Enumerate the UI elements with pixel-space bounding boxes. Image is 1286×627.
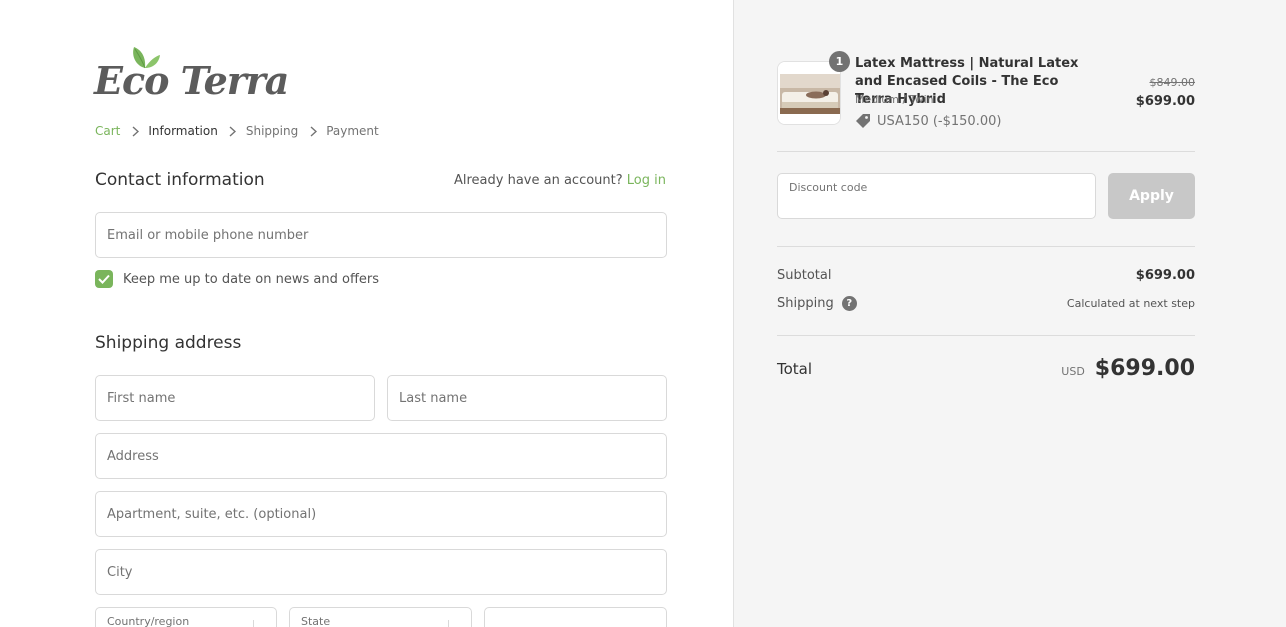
total-amount: USD $699.00 [1061, 356, 1195, 381]
state-select[interactable]: State [289, 607, 472, 627]
chevron-right-icon [309, 125, 317, 137]
total-row: Total USD $699.00 [777, 356, 1195, 381]
total-label: Total [777, 359, 813, 378]
apply-button[interactable]: Apply [1108, 173, 1195, 219]
shipping-value: Calculated at next step [1066, 297, 1195, 310]
breadcrumb-shipping: Shipping [245, 124, 299, 138]
checkout-main: Eco Terra Cart Information Shipping Paym… [0, 0, 733, 627]
mattress-image [778, 62, 840, 124]
state-label: State [301, 615, 331, 627]
total-value: $699.00 [1094, 356, 1195, 381]
product-thumbnail [777, 61, 841, 125]
order-summary: 1 Latex Mattress | Natural Latex and Enc… [733, 0, 1286, 627]
country-select[interactable]: Country/region [95, 607, 277, 627]
shipping-row: Shipping ? Calculated at next step [777, 296, 1195, 311]
discount-code-label: Discount code [789, 181, 868, 194]
select-divider [448, 620, 449, 627]
account-prompt: Already have an account? Log in [454, 173, 666, 188]
first-name-input[interactable] [96, 376, 374, 420]
address-field[interactable] [95, 433, 667, 479]
zip-input[interactable] [485, 608, 666, 627]
breadcrumb-information: Information [148, 124, 218, 138]
newsletter-option[interactable]: Keep me up to date on news and offers [95, 270, 379, 288]
subtotal-value: $699.00 [1135, 268, 1195, 283]
shipping-address-title: Shipping address [95, 333, 242, 353]
contact-information-title: Contact information [95, 170, 265, 190]
account-prompt-text: Already have an account? [453, 173, 623, 188]
login-link[interactable]: Log in [627, 173, 666, 188]
address-input[interactable] [96, 434, 666, 478]
chevron-right-icon [229, 125, 237, 137]
shipping-label: Shipping [777, 296, 834, 311]
subtotal-row: Subtotal $699.00 [777, 268, 1195, 283]
newsletter-checkbox[interactable] [95, 270, 113, 288]
subtotal-label: Subtotal [777, 268, 832, 283]
last-name-field[interactable] [387, 375, 667, 421]
brand-name: Eco Terra [94, 58, 289, 103]
shipping-label-group: Shipping ? [777, 296, 857, 311]
divider [777, 335, 1195, 336]
country-label: Country/region [107, 615, 190, 627]
last-name-input[interactable] [388, 376, 666, 420]
city-input[interactable] [96, 550, 666, 594]
eco-terra-logo[interactable]: Eco Terra [94, 44, 289, 106]
apartment-input[interactable] [96, 492, 666, 536]
breadcrumb-payment: Payment [326, 124, 379, 138]
select-divider [253, 620, 254, 627]
city-field[interactable] [95, 549, 667, 595]
newsletter-label: Keep me up to date on news and offers [123, 271, 380, 287]
apartment-field[interactable] [95, 491, 667, 537]
email-field[interactable] [95, 212, 667, 258]
discount-code-field[interactable]: Discount code [777, 173, 1096, 219]
first-name-field[interactable] [95, 375, 375, 421]
currency-code: USD [1061, 365, 1085, 378]
divider [777, 151, 1195, 152]
product-price: $699.00 [1135, 94, 1195, 109]
help-icon[interactable]: ? [841, 296, 857, 311]
checkmark-icon [98, 274, 110, 284]
product-variant: Medium / Twin [855, 93, 934, 106]
breadcrumb: Cart Information Shipping Payment [95, 124, 379, 138]
chevron-right-icon [131, 125, 139, 137]
cart-line-item: 1 Latex Mattress | Natural Latex and Enc… [777, 51, 1196, 129]
discount-code-text: USA150 (-$150.00) [877, 113, 1002, 129]
divider [777, 246, 1195, 247]
applied-discount: USA150 (-$150.00) [855, 113, 1001, 129]
quantity-badge: 1 [829, 51, 850, 72]
email-input[interactable] [96, 213, 666, 257]
breadcrumb-cart[interactable]: Cart [95, 124, 120, 138]
zip-field[interactable] [484, 607, 667, 627]
tag-icon [855, 113, 871, 129]
original-price: $849.00 [1149, 76, 1196, 89]
